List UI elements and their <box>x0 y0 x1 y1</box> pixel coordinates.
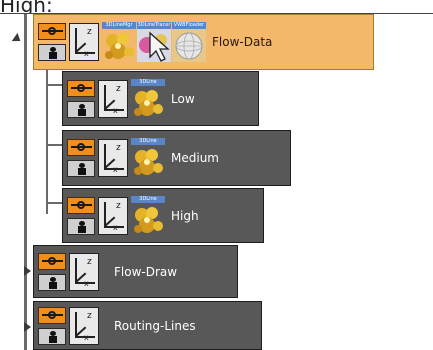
lock-icon[interactable] <box>67 217 95 235</box>
sphere-plugin-icon[interactable]: VWBFloader <box>172 22 206 62</box>
branch-line-high <box>46 202 62 204</box>
plugin-tag: 3DLineTracer <box>137 22 171 29</box>
plugin-tag: 3DLine <box>131 78 165 86</box>
eye-icon[interactable] <box>67 139 95 156</box>
visibility-controls <box>67 79 95 118</box>
tree-node-flow-draw[interactable]: zx Flow-Draw <box>33 245 238 298</box>
tree-node-flow-data[interactable]: zx 3DLineMgr 3DLineTracer VWBFloader Flo… <box>33 14 374 70</box>
tree-node-low[interactable]: zx 3DLine Low <box>62 71 259 126</box>
visibility-controls <box>67 196 95 235</box>
node-label: Flow-Data <box>212 35 273 49</box>
lock-icon[interactable] <box>67 160 95 177</box>
eye-icon[interactable] <box>67 79 95 97</box>
branch-line-low <box>46 84 62 86</box>
visibility-controls <box>38 306 66 345</box>
expand-arrow-icon[interactable] <box>24 322 31 332</box>
child-trunk-line <box>46 58 48 214</box>
flower-plugin-icon[interactable]: 3DLineMgr <box>102 22 136 62</box>
flower-plugin-icon[interactable]: 3DLine <box>131 78 165 119</box>
lock-icon[interactable] <box>38 44 66 61</box>
axis-transform-icon[interactable]: zx <box>69 306 99 345</box>
node-label: High <box>171 208 199 223</box>
tree-trunk-line <box>24 14 27 350</box>
eye-icon[interactable] <box>38 252 66 270</box>
expand-arrow-icon[interactable] <box>11 32 24 46</box>
flower-plugin-icon[interactable]: 3DLine <box>131 195 165 236</box>
flower-plugin-icon[interactable]: 3DLine <box>131 138 165 178</box>
plugin-tag: 3DLine <box>131 138 165 145</box>
plugin-tag: 3DLine <box>131 195 165 203</box>
axis-transform-icon[interactable]: zx <box>69 252 99 291</box>
lock-icon[interactable] <box>38 327 66 345</box>
tree-node-medium[interactable]: zx 3DLine Medium <box>62 130 291 186</box>
node-label: Medium <box>171 151 219 165</box>
node-label: Routing-Lines <box>114 318 196 333</box>
axis-transform-icon[interactable]: zx <box>98 196 128 235</box>
lock-icon[interactable] <box>67 100 95 118</box>
expand-arrow-icon[interactable] <box>24 266 31 276</box>
visibility-controls <box>67 139 95 177</box>
pointer-plugin-icon[interactable]: 3DLineTracer <box>137 22 171 62</box>
branch-line-medium <box>46 144 62 146</box>
visibility-controls <box>38 252 66 291</box>
plugin-tag: VWBFloader <box>172 22 206 29</box>
node-label: Low <box>171 91 195 106</box>
visibility-controls <box>38 23 66 61</box>
lock-icon[interactable] <box>38 273 66 291</box>
eye-icon[interactable] <box>38 306 66 324</box>
axis-transform-icon[interactable]: zx <box>69 23 99 61</box>
plugin-tag: 3DLineMgr <box>102 22 136 29</box>
axis-transform-icon[interactable]: zx <box>98 139 128 177</box>
eye-icon[interactable] <box>67 196 95 214</box>
scene-tree: zx 3DLineMgr 3DLineTracer VWBFloader Flo… <box>0 14 433 350</box>
tree-node-routing-lines[interactable]: zx Routing-Lines <box>33 301 262 350</box>
axis-transform-icon[interactable]: zx <box>98 79 128 118</box>
tree-node-high[interactable]: zx 3DLine High <box>62 188 264 243</box>
eye-icon[interactable] <box>38 23 66 40</box>
node-label: Flow-Draw <box>114 264 178 279</box>
